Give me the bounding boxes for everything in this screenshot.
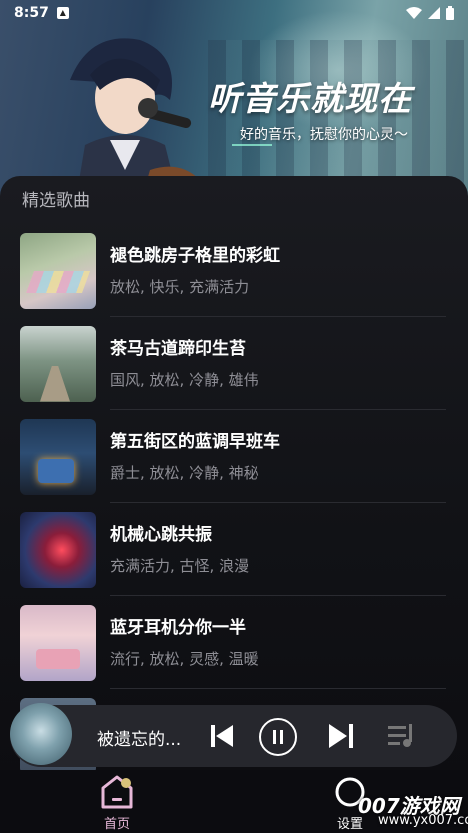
wifi-icon: [406, 7, 422, 19]
song-list-item[interactable]: 第五街区的蓝调早班车 爵士, 放松, 冷静, 神秘: [0, 410, 468, 503]
skip-next-icon: [329, 724, 353, 748]
song-cover-image: [20, 418, 96, 495]
banner-subtitle: 好的音乐，抚慰你的心灵～: [240, 127, 408, 143]
status-icons: [406, 6, 454, 20]
song-list-item[interactable]: 褪色跳房子格里的彩虹 放松, 快乐, 充满活力: [0, 224, 468, 317]
pause-icon: [273, 730, 283, 744]
song-title: 蓝牙耳机分你一半: [110, 617, 246, 638]
song-list-item[interactable]: 茶马古道蹄印生苔 国风, 放松, 冷静, 雄伟: [0, 317, 468, 410]
song-list-item[interactable]: 机械心跳共振 充满活力, 古怪, 浪漫: [0, 503, 468, 596]
song-cover-image: [20, 232, 96, 309]
singer-illustration: [70, 38, 200, 200]
song-tags: 放松, 快乐, 充满活力: [110, 277, 250, 296]
song-list: 褪色跳房子格里的彩虹 放松, 快乐, 充满活力 茶马古道蹄印生苔 国风, 放松,…: [0, 224, 468, 782]
hero-banner[interactable]: 听音乐就现在 好的音乐，抚慰你的心灵～: [0, 0, 468, 200]
previous-button[interactable]: [206, 720, 238, 752]
song-title: 褪色跳房子格里的彩虹: [110, 245, 280, 266]
song-cover-image: [20, 604, 96, 681]
song-cover-image: [20, 325, 96, 402]
status-bar: 8:57: [0, 0, 468, 26]
content-sheet: 精选歌曲 褪色跳房子格里的彩虹 放松, 快乐, 充满活力 茶马古道蹄印生苔 国风…: [0, 176, 468, 776]
section-title: 精选歌曲: [22, 191, 90, 211]
song-tags: 充满活力, 古怪, 浪漫: [110, 556, 250, 575]
nav-home-label: 首页: [103, 817, 130, 832]
signal-icon: [428, 7, 440, 19]
banner-accent-line: [232, 144, 272, 146]
song-title: 茶马古道蹄印生苔: [110, 338, 246, 359]
playlist-icon: [388, 724, 412, 747]
song-tags: 爵士, 放松, 冷静, 神秘: [110, 463, 259, 482]
battery-icon: [446, 6, 454, 20]
watermark-url: www.yx007.com: [378, 813, 468, 828]
next-button[interactable]: [325, 720, 357, 752]
mini-player[interactable]: 被遗忘的...: [10, 703, 457, 767]
song-cover-image: [20, 511, 96, 588]
notification-icon: [56, 7, 69, 19]
home-icon: [101, 775, 133, 809]
nav-home-tab[interactable]: 首页: [95, 774, 139, 832]
status-time: 8:57: [14, 5, 49, 21]
player-cover-image[interactable]: [10, 703, 72, 765]
song-title: 第五街区的蓝调早班车: [110, 431, 280, 452]
playlist-button[interactable]: [386, 720, 418, 752]
skip-previous-icon: [211, 725, 233, 747]
pause-button[interactable]: [259, 718, 297, 756]
song-tags: 国风, 放松, 冷静, 雄伟: [110, 370, 259, 389]
song-title: 机械心跳共振: [110, 524, 212, 545]
banner-title: 听音乐就现在: [208, 79, 412, 118]
player-song-title[interactable]: 被遗忘的...: [97, 725, 181, 750]
song-list-item[interactable]: 蓝牙耳机分你一半 流行, 放松, 灵感, 温暖: [0, 596, 468, 689]
song-tags: 流行, 放松, 灵感, 温暖: [110, 649, 259, 668]
